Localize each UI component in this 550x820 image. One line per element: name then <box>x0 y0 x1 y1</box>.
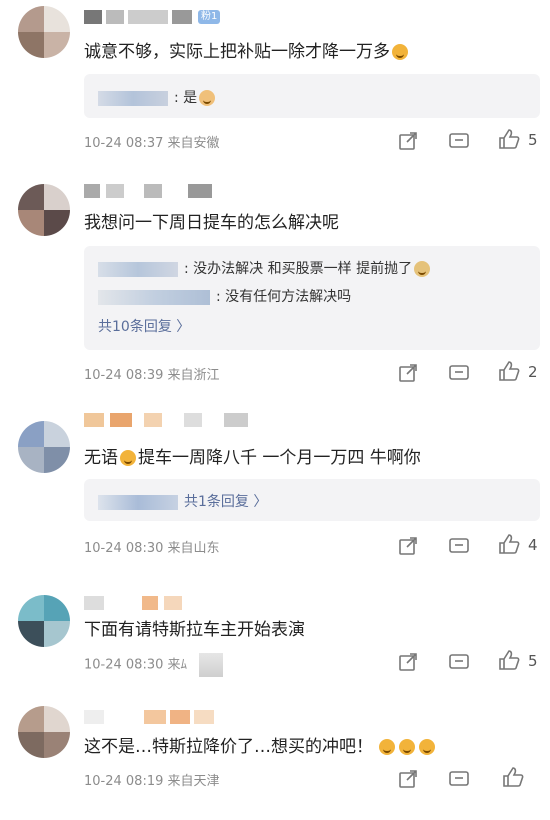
comment-meta: 10-24 08:19 来自天津 <box>84 774 220 789</box>
comment-3: 无语 提车一周降八千 一个月一万四 牛啊你 共1条回复 〉 10-24 08:30… <box>0 395 550 575</box>
comment-text: 下面有请特斯拉车主开始表演 <box>84 620 305 640</box>
bowl-emoji <box>414 261 431 277</box>
username-blurred[interactable] <box>84 184 214 198</box>
smile-emoji <box>120 450 136 466</box>
cry-laugh-emoji <box>379 739 395 755</box>
reply-username-blurred <box>98 261 178 277</box>
location-blurred <box>199 653 224 677</box>
view-more-replies-link[interactable]: 共1条回复 〉 <box>184 494 267 510</box>
reply-box[interactable]: : 没办法解决 和买股票一样 提前抛了 : 没有任何方法解决吗 共10条回复 〉 <box>84 246 540 350</box>
avatar[interactable] <box>18 421 70 473</box>
comment-icon[interactable] <box>448 651 470 673</box>
comment-text: 我想问一下周日提车的怎么解决呢 <box>84 213 339 233</box>
comment-icon[interactable] <box>448 768 470 790</box>
like-count: 5 <box>528 131 538 149</box>
reply-box[interactable]: : 是 <box>84 74 540 118</box>
comment-1: 粉1 诚意不够，实际上把补贴一除才降一万多 : 是 10-24 08:37 来自… <box>0 0 550 170</box>
comment-meta: 10-24 08:39 来自浙江 <box>84 368 220 383</box>
comment-text: 这不是…特斯拉降价了…想买的冲吧！ <box>84 732 437 757</box>
username-blurred[interactable] <box>84 596 194 610</box>
reply-username-blurred <box>98 90 168 106</box>
reply-line[interactable]: : 是 <box>98 87 217 107</box>
avatar[interactable] <box>18 6 70 58</box>
share-icon[interactable] <box>397 362 419 384</box>
comment-2: 我想问一下周日提车的怎么解决呢 : 没办法解决 和买股票一样 提前抛了 : 没有… <box>0 170 550 395</box>
comment-5: 这不是…特斯拉降价了…想买的冲吧！ 10-24 08:19 来自天津 <box>0 690 550 820</box>
comment-meta: 10-24 08:30 来ﾑ <box>84 653 229 677</box>
cry-laugh-emoji <box>399 739 415 755</box>
avatar[interactable] <box>18 706 70 758</box>
like-icon[interactable] <box>498 128 520 150</box>
avatar[interactable] <box>18 595 70 647</box>
share-icon[interactable] <box>397 535 419 557</box>
avatar[interactable] <box>18 184 70 236</box>
comment-icon[interactable] <box>448 130 470 152</box>
reply-box[interactable]: 共1条回复 〉 <box>84 479 540 521</box>
comment-meta: 10-24 08:37 来自安徽 <box>84 136 220 151</box>
comment-text: 诚意不够，实际上把补贴一除才降一万多 <box>84 37 410 62</box>
reply-line[interactable]: : 没办法解决 和买股票一样 提前抛了 <box>98 258 432 278</box>
cry-laugh-emoji <box>419 739 435 755</box>
username-blurred[interactable] <box>84 413 254 427</box>
comment-icon[interactable] <box>448 535 470 557</box>
reply-username-blurred <box>98 494 178 510</box>
share-icon[interactable] <box>397 130 419 152</box>
like-count: 4 <box>528 536 538 554</box>
like-icon[interactable] <box>498 649 520 671</box>
reply-line[interactable]: : 没有任何方法解决吗 <box>98 286 351 306</box>
like-icon[interactable] <box>498 533 520 555</box>
grinning-cat-emoji <box>392 44 408 60</box>
comment-meta: 10-24 08:30 来自山东 <box>84 541 220 556</box>
fan-badge: 粉1 <box>198 10 221 24</box>
comment-icon[interactable] <box>448 362 470 384</box>
cat-emoji <box>199 90 216 106</box>
like-icon[interactable] <box>498 360 520 382</box>
reply-username-blurred <box>98 289 210 305</box>
comment-4: 下面有请特斯拉车主开始表演 10-24 08:30 来ﾑ 5 <box>0 575 550 690</box>
like-icon[interactable] <box>502 766 524 788</box>
share-icon[interactable] <box>397 651 419 673</box>
comment-text: 无语 提车一周降八千 一个月一万四 牛啊你 <box>84 448 421 468</box>
reply-line[interactable]: 共1条回复 〉 <box>98 491 267 511</box>
username-blurred[interactable]: 粉1 <box>84 10 224 24</box>
view-more-replies-link[interactable]: 共10条回复 〉 <box>98 316 190 336</box>
share-icon[interactable] <box>397 768 419 790</box>
username-blurred[interactable] <box>84 710 224 724</box>
like-count: 5 <box>528 652 538 670</box>
like-count: 2 <box>528 363 538 381</box>
